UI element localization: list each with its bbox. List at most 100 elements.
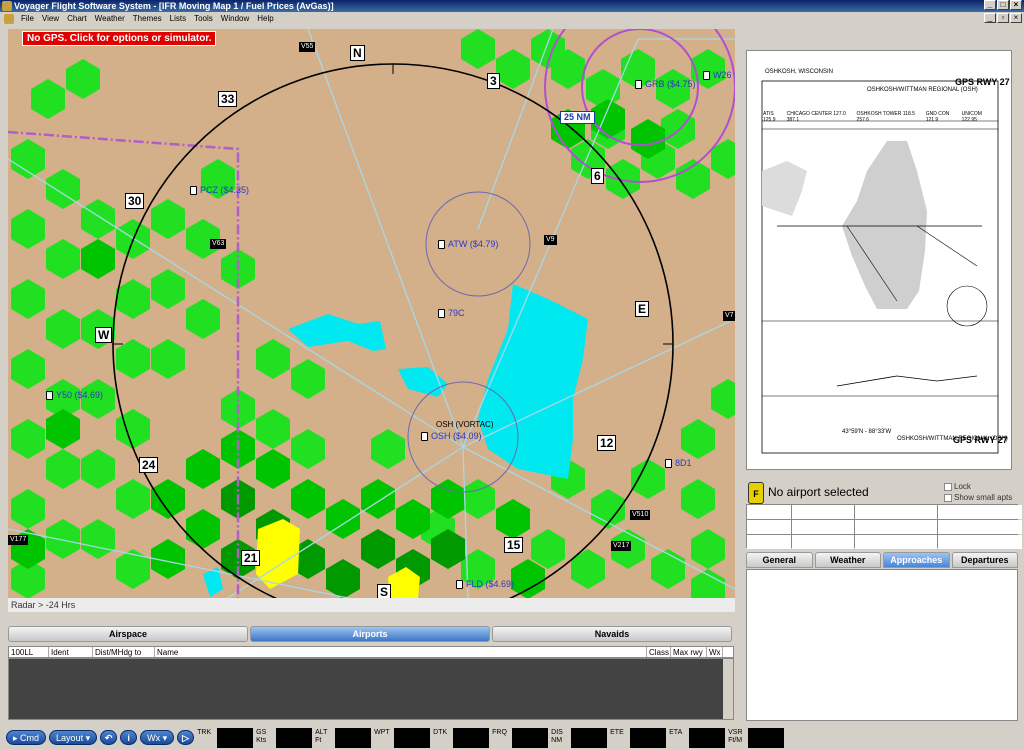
tab-general[interactable]: General xyxy=(746,552,813,568)
radar-status: Radar > -24 Hrs xyxy=(8,598,735,612)
title-bar: Voyager Flight Software System - [IFR Mo… xyxy=(0,0,1024,12)
compass-n: N xyxy=(350,45,365,61)
alt-field: ALT Ft xyxy=(315,727,372,748)
compass-30: 30 xyxy=(125,193,145,209)
airway-v55: V55 xyxy=(299,42,316,52)
plate-coords: 43°59'N - 88°33'W xyxy=(842,429,892,435)
col-wx[interactable]: Wx xyxy=(707,647,723,657)
plate-city: OSHKOSH, WISCONSIN xyxy=(765,69,834,75)
compass-12: 12 xyxy=(597,435,617,451)
airport-w26[interactable]: W26 xyxy=(703,70,732,80)
moving-map[interactable]: N E S W 3 6 12 15 21 24 30 33 V55 V63 V9… xyxy=(8,29,735,598)
wx-button[interactable]: Wx ▾ xyxy=(140,730,175,745)
airport-info-panel: F No airport selected Lock Show small ap… xyxy=(746,482,1022,549)
airway-v63: V63 xyxy=(210,239,227,249)
compass-15: 15 xyxy=(504,537,524,553)
plate-freq-unicom: UNICOM 122.95 xyxy=(961,111,982,123)
gs-field: GS Kts xyxy=(256,727,313,748)
tab-navaids[interactable]: Navaids xyxy=(492,626,732,642)
map-canvas[interactable] xyxy=(8,29,735,598)
fuel-pump-icon: F xyxy=(748,482,764,504)
col-name[interactable]: Name xyxy=(155,647,647,657)
airport-fld[interactable]: FLD ($4.69) xyxy=(456,579,514,589)
airway-v7: V7 xyxy=(723,311,735,321)
col-class[interactable]: Class xyxy=(647,647,671,657)
menu-window[interactable]: Window xyxy=(217,14,253,23)
airway-v510: V510 xyxy=(630,510,651,520)
compass-6: 6 xyxy=(591,168,604,184)
list-tabs: Airspace Airports Navaids xyxy=(8,626,732,642)
airport-79c[interactable]: 79C xyxy=(438,308,465,318)
fuel-airport-icon xyxy=(421,431,428,441)
list-scrollbar[interactable] xyxy=(723,659,733,719)
app-icon xyxy=(2,1,12,11)
compass-w: W xyxy=(95,327,113,343)
col-100ll[interactable]: 100LL xyxy=(9,647,49,657)
mdi-minimize-button[interactable]: _ xyxy=(984,13,996,23)
tab-approaches[interactable]: Approaches xyxy=(883,552,950,568)
fuel-airport-icon xyxy=(703,70,710,80)
col-ident[interactable]: Ident xyxy=(49,647,93,657)
approach-plate[interactable]: GPS RWY 27 OSHKOSH/WITTMAN REGIONAL (OSH… xyxy=(746,50,1012,470)
compass-33: 33 xyxy=(218,91,238,107)
menu-lists[interactable]: Lists xyxy=(166,14,190,23)
airport-tabs: General Weather Approaches Departures xyxy=(746,552,1018,568)
gps-warning-button[interactable]: No GPS. Click for options or simulator. xyxy=(22,31,217,46)
menu-chart[interactable]: Chart xyxy=(63,14,91,23)
forward-icon[interactable]: ▷ xyxy=(177,730,195,745)
plate-title-bottom: GPS RWY 27 xyxy=(953,435,1008,445)
minimize-button[interactable]: _ xyxy=(984,0,996,10)
compass-3: 3 xyxy=(487,73,500,89)
mdi-restore-button[interactable]: ▫ xyxy=(997,13,1009,23)
menu-themes[interactable]: Themes xyxy=(129,14,166,23)
status-toolbar: ▸ Cmd Layout ▾ ↶ i Wx ▾ ▷ TRK GS Kts ALT… xyxy=(0,726,1024,749)
show-small-apts-checkbox[interactable]: Show small apts xyxy=(944,493,1012,502)
col-dist[interactable]: Dist/MHdg to xyxy=(93,647,155,657)
fuel-airport-icon xyxy=(190,185,197,195)
tab-departures[interactable]: Departures xyxy=(951,552,1018,568)
menu-tools[interactable]: Tools xyxy=(190,14,217,23)
wpt-field: WPT xyxy=(374,727,431,748)
range-label: 25 NM xyxy=(560,111,595,124)
airport-grb[interactable]: GRB ($4.75) xyxy=(635,79,696,89)
menu-bar: File View Chart Weather Themes Lists Too… xyxy=(0,12,1024,25)
window-title: Voyager Flight Software System - [IFR Mo… xyxy=(14,1,334,11)
info-icon[interactable]: i xyxy=(120,730,138,745)
airport-atw[interactable]: ATW ($4.79) xyxy=(438,239,498,249)
airport-pcz[interactable]: PCZ ($4.35) xyxy=(190,185,249,195)
vsr-field: VSR Ft/M xyxy=(728,727,785,748)
back-arrow-icon[interactable]: ↶ xyxy=(100,730,118,745)
maximize-button[interactable]: □ xyxy=(997,0,1009,10)
airport-list[interactable] xyxy=(8,658,734,720)
airport-8d1[interactable]: 8D1 xyxy=(665,458,692,468)
airport-y50[interactable]: Y50 ($4.69) xyxy=(46,390,103,400)
fuel-airport-icon xyxy=(635,79,642,89)
cmd-button[interactable]: ▸ Cmd xyxy=(6,730,47,745)
tab-airspace[interactable]: Airspace xyxy=(8,626,248,642)
menu-weather[interactable]: Weather xyxy=(91,14,129,23)
fuel-airport-icon xyxy=(46,390,53,400)
airport-osh[interactable]: OSH ($4.09) xyxy=(421,431,482,441)
dis-field: DIS NM xyxy=(551,727,608,748)
eta-field: ETA xyxy=(669,727,726,748)
tab-airports[interactable]: Airports xyxy=(250,626,490,642)
compass-s: S xyxy=(377,584,392,598)
mdi-close-button[interactable]: × xyxy=(1010,13,1022,23)
close-button[interactable]: × xyxy=(1010,0,1022,10)
list-header: 100LL Ident Dist/MHdg to Name Class Max … xyxy=(8,646,734,658)
menu-view[interactable]: View xyxy=(38,14,63,23)
tab-weather[interactable]: Weather xyxy=(814,552,881,568)
document-icon[interactable] xyxy=(4,13,14,24)
menu-help[interactable]: Help xyxy=(253,14,277,23)
layout-button[interactable]: Layout ▾ xyxy=(49,730,98,745)
fuel-airport-icon xyxy=(456,579,463,589)
col-max-rwy[interactable]: Max rwy xyxy=(671,647,707,657)
dtk-field: DTK xyxy=(433,727,490,748)
trk-field: TRK xyxy=(197,727,254,748)
lock-checkbox[interactable]: Lock xyxy=(944,482,971,491)
airway-v177: V177 xyxy=(8,535,29,545)
compass-e: E xyxy=(635,301,650,317)
airport-info-grid xyxy=(746,504,1022,549)
compass-21: 21 xyxy=(241,550,261,566)
menu-file[interactable]: File xyxy=(17,14,38,23)
